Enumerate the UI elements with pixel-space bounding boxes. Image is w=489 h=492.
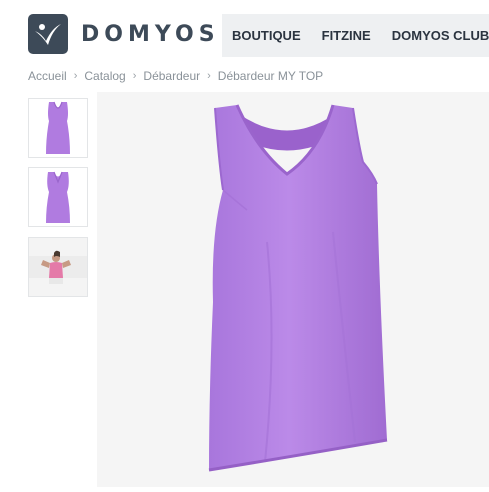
breadcrumb: Accueil › Catalog › Débardeur › Débardeu… — [28, 69, 323, 83]
nav-item-fitzine[interactable]: FITZINE — [322, 28, 371, 43]
nav-item-boutique[interactable]: BOUTIQUE — [232, 28, 301, 43]
breadcrumb-item-accueil[interactable]: Accueil — [28, 69, 67, 83]
thumbnail-front[interactable] — [28, 98, 88, 158]
tank-top-back-thumbnail-icon — [46, 171, 70, 223]
breadcrumb-item-catalog[interactable]: Catalog — [84, 69, 125, 83]
nav-item-domyos-club[interactable]: DOMYOS CLUB — [392, 28, 489, 43]
breadcrumb-item-debardeur[interactable]: Débardeur — [143, 69, 200, 83]
product-main-image — [97, 92, 489, 487]
domyos-logo[interactable]: DOMYOS — [28, 14, 220, 54]
thumbnail-back[interactable] — [28, 167, 88, 227]
site-header: DOMYOS BOUTIQUE FITZINE DOMYOS CLUB — [0, 0, 489, 62]
main-nav: BOUTIQUE FITZINE DOMYOS CLUB — [222, 14, 489, 57]
domyos-logo-icon — [28, 14, 68, 54]
tank-top-front-thumbnail-icon — [46, 101, 70, 154]
brand-name: DOMYOS — [81, 21, 220, 47]
breadcrumb-item-current: Débardeur MY TOP — [217, 69, 324, 83]
purple-tank-top-image-icon — [208, 104, 388, 472]
breadcrumb-separator: › — [207, 70, 211, 82]
model-photo-thumbnail-icon — [29, 238, 87, 296]
breadcrumb-separator: › — [73, 70, 78, 82]
thumbnail-model[interactable] — [28, 237, 88, 297]
breadcrumb-separator: › — [132, 70, 137, 82]
